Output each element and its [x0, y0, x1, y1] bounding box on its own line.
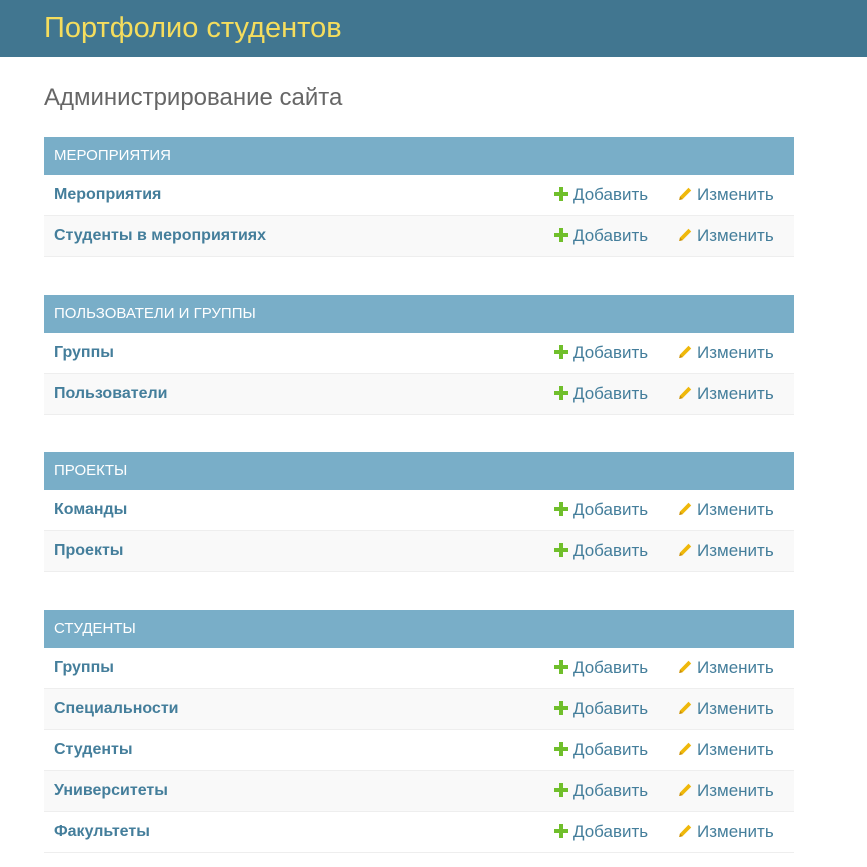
model-link[interactable]: Команды: [54, 490, 127, 530]
add-label: Добавить: [573, 343, 649, 362]
change-label: Изменить: [697, 343, 774, 362]
model-row: Факультеты Добавить Изменить: [44, 812, 794, 853]
add-label: Добавить: [573, 541, 649, 560]
model-link[interactable]: Проекты: [54, 531, 123, 571]
app-module-events: Мероприятия Мероприятия Добавить Изменит…: [44, 137, 794, 257]
change-label: Изменить: [697, 500, 774, 519]
change-label: Изменить: [697, 699, 774, 718]
change-link[interactable]: Изменить: [678, 531, 774, 571]
change-label: Изменить: [697, 822, 774, 841]
site-header: Портфолио студентов: [0, 0, 867, 57]
site-title-link[interactable]: Портфолио студентов: [44, 8, 342, 48]
app-module-auth: Пользователи и группы Группы Добавить Из…: [44, 295, 794, 415]
pencil-icon: [679, 783, 692, 796]
change-link[interactable]: Изменить: [678, 333, 774, 373]
pencil-icon: [679, 228, 692, 241]
plus-icon: [554, 228, 568, 242]
add-label: Добавить: [573, 658, 649, 677]
change-link[interactable]: Изменить: [678, 490, 774, 530]
plus-icon: [554, 824, 568, 838]
add-link[interactable]: Добавить: [554, 490, 648, 530]
add-label: Добавить: [573, 500, 649, 519]
model-link[interactable]: Студенты: [54, 730, 133, 770]
change-label: Изменить: [697, 384, 774, 403]
add-link[interactable]: Добавить: [554, 730, 648, 770]
plus-icon: [554, 386, 568, 400]
model-row: Студенты Добавить Изменить: [44, 730, 794, 771]
model-row: Университеты Добавить Изменить: [44, 771, 794, 812]
model-link[interactable]: Группы: [54, 648, 114, 688]
model-link[interactable]: Пользователи: [54, 374, 167, 414]
add-label: Добавить: [573, 384, 649, 403]
pencil-icon: [679, 187, 692, 200]
plus-icon: [554, 701, 568, 715]
change-link[interactable]: Изменить: [678, 216, 774, 256]
plus-icon: [554, 187, 568, 201]
model-row: Студенты в мероприятиях Добавить Изменит…: [44, 216, 794, 257]
module-caption[interactable]: Мероприятия: [44, 137, 794, 175]
change-link[interactable]: Изменить: [678, 771, 774, 811]
model-row: Специальности Добавить Изменить: [44, 689, 794, 730]
plus-icon: [554, 660, 568, 674]
pencil-icon: [679, 386, 692, 399]
change-link[interactable]: Изменить: [678, 374, 774, 414]
add-link[interactable]: Добавить: [554, 648, 648, 688]
plus-icon: [554, 543, 568, 557]
page-title: Администрирование сайта: [44, 84, 343, 111]
model-row: Пользователи Добавить Изменить: [44, 374, 794, 415]
model-row: Группы Добавить Изменить: [44, 648, 794, 689]
module-caption[interactable]: Студенты: [44, 610, 794, 648]
add-label: Добавить: [573, 699, 649, 718]
model-link[interactable]: Университеты: [54, 771, 168, 811]
change-link[interactable]: Изменить: [678, 648, 774, 688]
change-link[interactable]: Изменить: [678, 730, 774, 770]
add-label: Добавить: [573, 822, 649, 841]
model-row: Проекты Добавить Изменить: [44, 531, 794, 572]
pencil-icon: [679, 543, 692, 556]
add-label: Добавить: [573, 185, 649, 204]
add-link[interactable]: Добавить: [554, 531, 648, 571]
add-label: Добавить: [573, 740, 649, 759]
change-label: Изменить: [697, 781, 774, 800]
model-row: Мероприятия Добавить Изменить: [44, 175, 794, 216]
change-label: Изменить: [697, 740, 774, 759]
model-link[interactable]: Группы: [54, 333, 114, 373]
pencil-icon: [679, 502, 692, 515]
plus-icon: [554, 742, 568, 756]
change-link[interactable]: Изменить: [678, 689, 774, 729]
plus-icon: [554, 783, 568, 797]
model-link[interactable]: Мероприятия: [54, 175, 161, 215]
plus-icon: [554, 345, 568, 359]
module-caption[interactable]: Проекты: [44, 452, 794, 490]
add-link[interactable]: Добавить: [554, 175, 648, 215]
add-link[interactable]: Добавить: [554, 812, 648, 852]
add-link[interactable]: Добавить: [554, 689, 648, 729]
add-label: Добавить: [573, 226, 649, 245]
pencil-icon: [679, 824, 692, 837]
change-link[interactable]: Изменить: [678, 175, 774, 215]
change-label: Изменить: [697, 185, 774, 204]
model-link[interactable]: Студенты в мероприятиях: [54, 216, 266, 256]
change-label: Изменить: [697, 226, 774, 245]
pencil-icon: [679, 660, 692, 673]
model-link[interactable]: Факультеты: [54, 812, 150, 852]
change-label: Изменить: [697, 658, 774, 677]
app-module-students: Студенты Группы Добавить Изменить Специа…: [44, 610, 794, 853]
module-caption[interactable]: Пользователи и группы: [44, 295, 794, 333]
add-link[interactable]: Добавить: [554, 374, 648, 414]
plus-icon: [554, 502, 568, 516]
add-link[interactable]: Добавить: [554, 216, 648, 256]
change-link[interactable]: Изменить: [678, 812, 774, 852]
add-label: Добавить: [573, 781, 649, 800]
add-link[interactable]: Добавить: [554, 771, 648, 811]
app-module-projects: Проекты Команды Добавить Изменить Проект…: [44, 452, 794, 572]
model-link[interactable]: Специальности: [54, 689, 178, 729]
add-link[interactable]: Добавить: [554, 333, 648, 373]
pencil-icon: [679, 742, 692, 755]
pencil-icon: [679, 345, 692, 358]
model-row: Группы Добавить Изменить: [44, 333, 794, 374]
change-label: Изменить: [697, 541, 774, 560]
pencil-icon: [679, 701, 692, 714]
model-row: Команды Добавить Изменить: [44, 490, 794, 531]
